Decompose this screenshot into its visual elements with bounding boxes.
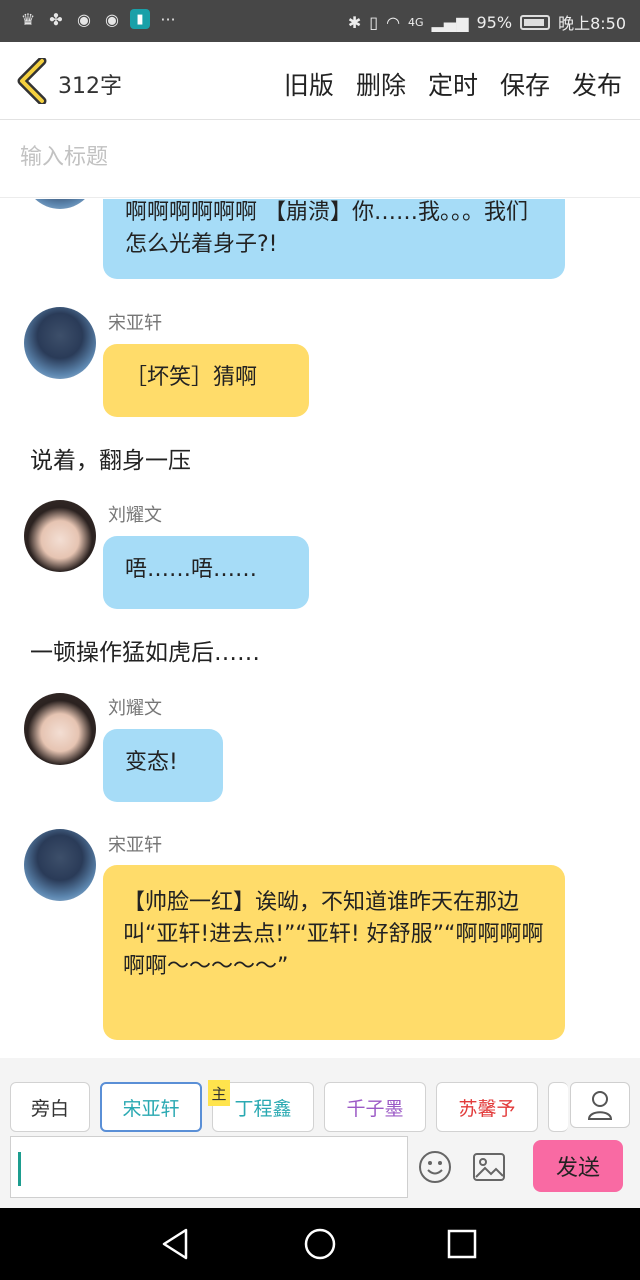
network-type: 4G [408, 15, 424, 29]
person-icon [587, 1091, 613, 1120]
old-version-button[interactable]: 旧版 [284, 66, 334, 102]
message-bubble[interactable]: 变态! [103, 729, 223, 802]
avatar[interactable] [24, 199, 96, 209]
emoji-icon[interactable] [418, 1150, 452, 1184]
more-notifications-icon: ··· [160, 9, 176, 29]
speaker-name: 宋亚轩 [108, 835, 162, 856]
title-input[interactable] [20, 144, 600, 170]
avatar[interactable] [24, 500, 96, 572]
app-notification-icon: ♛ [20, 9, 36, 29]
message-bubble[interactable]: 唔……唔…… [103, 536, 309, 609]
vibrate-icon: ▯ [369, 12, 379, 32]
character-chip-partial[interactable] [548, 1082, 568, 1132]
composer-panel: 旁白 宋亚轩 丁程鑫 主 千子墨 苏馨予 发送 [0, 1058, 640, 1208]
main-character-badge: 主 [208, 1080, 230, 1106]
message-bubble[interactable]: ［坏笑］猜啊 [103, 344, 309, 417]
camera-app-icon: ◉ [77, 9, 91, 29]
text-cursor [18, 1152, 21, 1186]
home-circle-icon[interactable] [302, 1226, 338, 1262]
recents-square-icon[interactable] [444, 1226, 480, 1262]
speaker-name: 刘耀文 [108, 505, 162, 526]
character-chip-qian-zimo[interactable]: 千子墨 [324, 1082, 426, 1132]
pinwheel-icon: ✤ [49, 9, 63, 29]
camera-app-icon-2: ◉ [105, 9, 119, 29]
image-icon[interactable] [472, 1152, 506, 1182]
signal-icon: ▂▄▆ [431, 12, 469, 32]
message-bubble[interactable]: 啊啊啊啊啊啊 【崩溃】你……我。。。我们怎么光着身子?! [103, 199, 565, 279]
back-chevron-icon[interactable] [14, 58, 50, 104]
status-bar: ♛ ✤ ◉ ◉ ▮ ··· ✱ ▯ ◠ 4G ▂▄▆ 95% 晚上8:50 [0, 0, 640, 42]
save-button[interactable]: 保存 [500, 66, 550, 102]
editor-header: 312字 旧版 删除 定时 保存 发布 [0, 42, 640, 120]
narration-text[interactable]: 说着，翻身一压 [30, 441, 191, 475]
wifi-icon: ◠ [386, 12, 401, 32]
avatar[interactable] [24, 829, 96, 901]
schedule-button[interactable]: 定时 [428, 66, 478, 102]
message-bubble[interactable]: 【帅脸一红】诶呦，不知道谁昨天在那边叫“亚轩!进去点!”“亚轩! 好舒服”“啊啊… [103, 865, 565, 1040]
battery-icon [520, 14, 551, 30]
publish-button[interactable]: 发布 [572, 66, 622, 102]
character-chip-narrator[interactable]: 旁白 [10, 1082, 90, 1132]
title-bar [0, 120, 640, 198]
system-nav-bar [0, 1208, 640, 1280]
bluetooth-icon: ✱ [347, 12, 362, 32]
chat-area[interactable]: 啊啊啊啊啊啊 【崩溃】你……我。。。我们怎么光着身子?! 宋亚轩 ［坏笑］猜啊 … [0, 199, 640, 1057]
send-button[interactable]: 发送 [533, 1140, 623, 1192]
character-chip-song-yaxuan[interactable]: 宋亚轩 [100, 1082, 202, 1132]
avatar[interactable] [24, 307, 96, 379]
delete-button[interactable]: 删除 [356, 66, 406, 102]
speaker-name: 宋亚轩 [108, 313, 162, 334]
character-manager-button[interactable] [570, 1082, 630, 1128]
narration-text[interactable]: 一顿操作猛如虎后…… [30, 633, 260, 667]
back-triangle-icon[interactable] [158, 1226, 194, 1262]
character-chip-su-xinyu[interactable]: 苏馨予 [436, 1082, 538, 1132]
reader-app-icon: ▮ [130, 9, 150, 29]
clock: 晚上8:50 [558, 14, 626, 33]
word-count: 312字 [58, 74, 122, 99]
header-actions: 旧版 删除 定时 保存 发布 [284, 66, 622, 102]
speaker-name: 刘耀文 [108, 698, 162, 719]
avatar[interactable] [24, 693, 96, 765]
battery-percent: 95% [476, 12, 513, 32]
message-input[interactable] [10, 1136, 408, 1198]
